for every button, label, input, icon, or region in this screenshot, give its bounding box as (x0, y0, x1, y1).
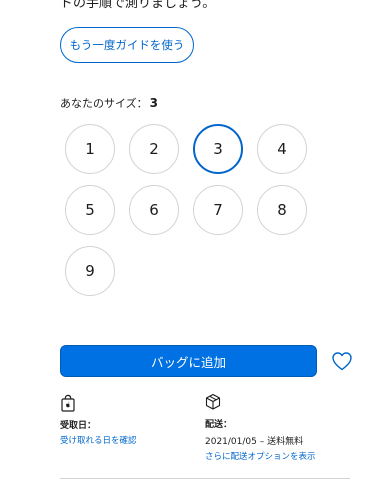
size-option-7[interactable]: 7 (193, 185, 243, 235)
delivery-label: 配送： (205, 420, 233, 430)
favorite-heart-icon[interactable] (330, 349, 354, 373)
your-size-summary: あなたのサイズ： 3 (60, 95, 158, 111)
section-divider (60, 478, 350, 479)
add-to-bag-button[interactable]: バッグに追加 (60, 345, 317, 377)
your-size-value: 3 (149, 96, 159, 110)
use-guide-again-button[interactable]: もう一度ガイドを使う (60, 27, 194, 63)
size-option-5[interactable]: 5 (65, 185, 115, 235)
your-size-label: あなたのサイズ： (60, 97, 148, 110)
pickup-section: 受取日： 受け取れる日を確認 (60, 394, 190, 446)
size-option-8[interactable]: 8 (257, 185, 307, 235)
check-pickup-date-link[interactable]: 受け取れる日を確認 (60, 434, 190, 446)
delivery-section: 配送： 2021/01/05 – 送料無料 さらに配送オプションを表示 (205, 393, 355, 462)
more-delivery-options-link[interactable]: さらに配送オプションを表示 (205, 450, 355, 462)
delivery-box-icon (205, 393, 221, 410)
size-option-3[interactable]: 3 (193, 124, 243, 174)
partial-instruction-text: ドの手順で測りましょう。 (60, 0, 216, 11)
shopping-bag-icon (61, 394, 75, 412)
pickup-label: 受取日： (60, 421, 97, 431)
size-option-6[interactable]: 6 (129, 185, 179, 235)
delivery-date-info: 2021/01/05 – 送料無料 (205, 437, 304, 447)
ring-size-grid: 1 2 3 4 5 6 7 8 9 (65, 124, 325, 296)
size-option-2[interactable]: 2 (129, 124, 179, 174)
size-option-9[interactable]: 9 (65, 246, 115, 296)
size-option-4[interactable]: 4 (257, 124, 307, 174)
size-option-1[interactable]: 1 (65, 124, 115, 174)
